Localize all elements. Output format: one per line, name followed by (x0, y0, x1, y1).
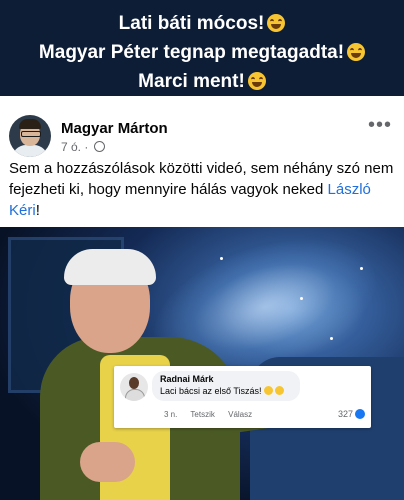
grinning-sweat-emoji-icon (347, 43, 366, 61)
star (360, 267, 363, 270)
banner-line-2: Magyar Péter tegnap megtagadta! (0, 38, 404, 67)
man-hand (80, 442, 135, 482)
grinning-sweat-emoji-icon (247, 72, 266, 90)
star (330, 337, 333, 340)
post-author-name[interactable]: Magyar Márton (61, 120, 168, 137)
comment-like-action: Tetszik (190, 410, 215, 419)
commenter-avatar (120, 373, 148, 401)
crying-laughing-emoji-icon (267, 14, 286, 32)
comment-like-count: 327 (338, 409, 366, 419)
man-hair (64, 249, 156, 285)
comment-text: Laci bácsi az első Tiszás! (160, 386, 284, 396)
headline-banner: Lati báti mócos! Magyar Péter tegnap meg… (0, 0, 404, 96)
post-text: Sem a hozzászólások közötti videó, sem n… (9, 160, 394, 219)
smile-emoji-icon (263, 386, 273, 395)
banner-line-1: Lati báti mócos! (0, 0, 404, 38)
heart-hands-emoji-icon (274, 386, 284, 395)
author-avatar[interactable] (9, 115, 51, 157)
more-options-icon[interactable]: ••• (368, 114, 392, 137)
like-icon (355, 409, 366, 419)
star (300, 297, 303, 300)
comment-bubble: Radnai Márk Laci bácsi az első Tiszás! (152, 371, 300, 401)
banner-line-3: Marci ment! (0, 67, 404, 96)
post-meta: 7 ó. · (61, 140, 105, 154)
star (220, 257, 223, 260)
post-image[interactable]: Radnai Márk Laci bácsi az első Tiszás! 3… (0, 227, 404, 500)
comment-reply-action: Válasz (228, 410, 253, 419)
commenter-name: Radnai Márk (160, 374, 214, 384)
comment-screenshot: Radnai Márk Laci bácsi az első Tiszás! 3… (114, 366, 371, 428)
post-time[interactable]: 7 ó. · (61, 140, 88, 154)
facebook-post: Magyar Márton 7 ó. · ••• Sem a hozzászól… (0, 96, 404, 500)
globe-icon (93, 141, 105, 152)
comment-time: 3 n. (164, 410, 178, 419)
comment-actions: 3 n. Tetszik Válasz (164, 410, 263, 419)
